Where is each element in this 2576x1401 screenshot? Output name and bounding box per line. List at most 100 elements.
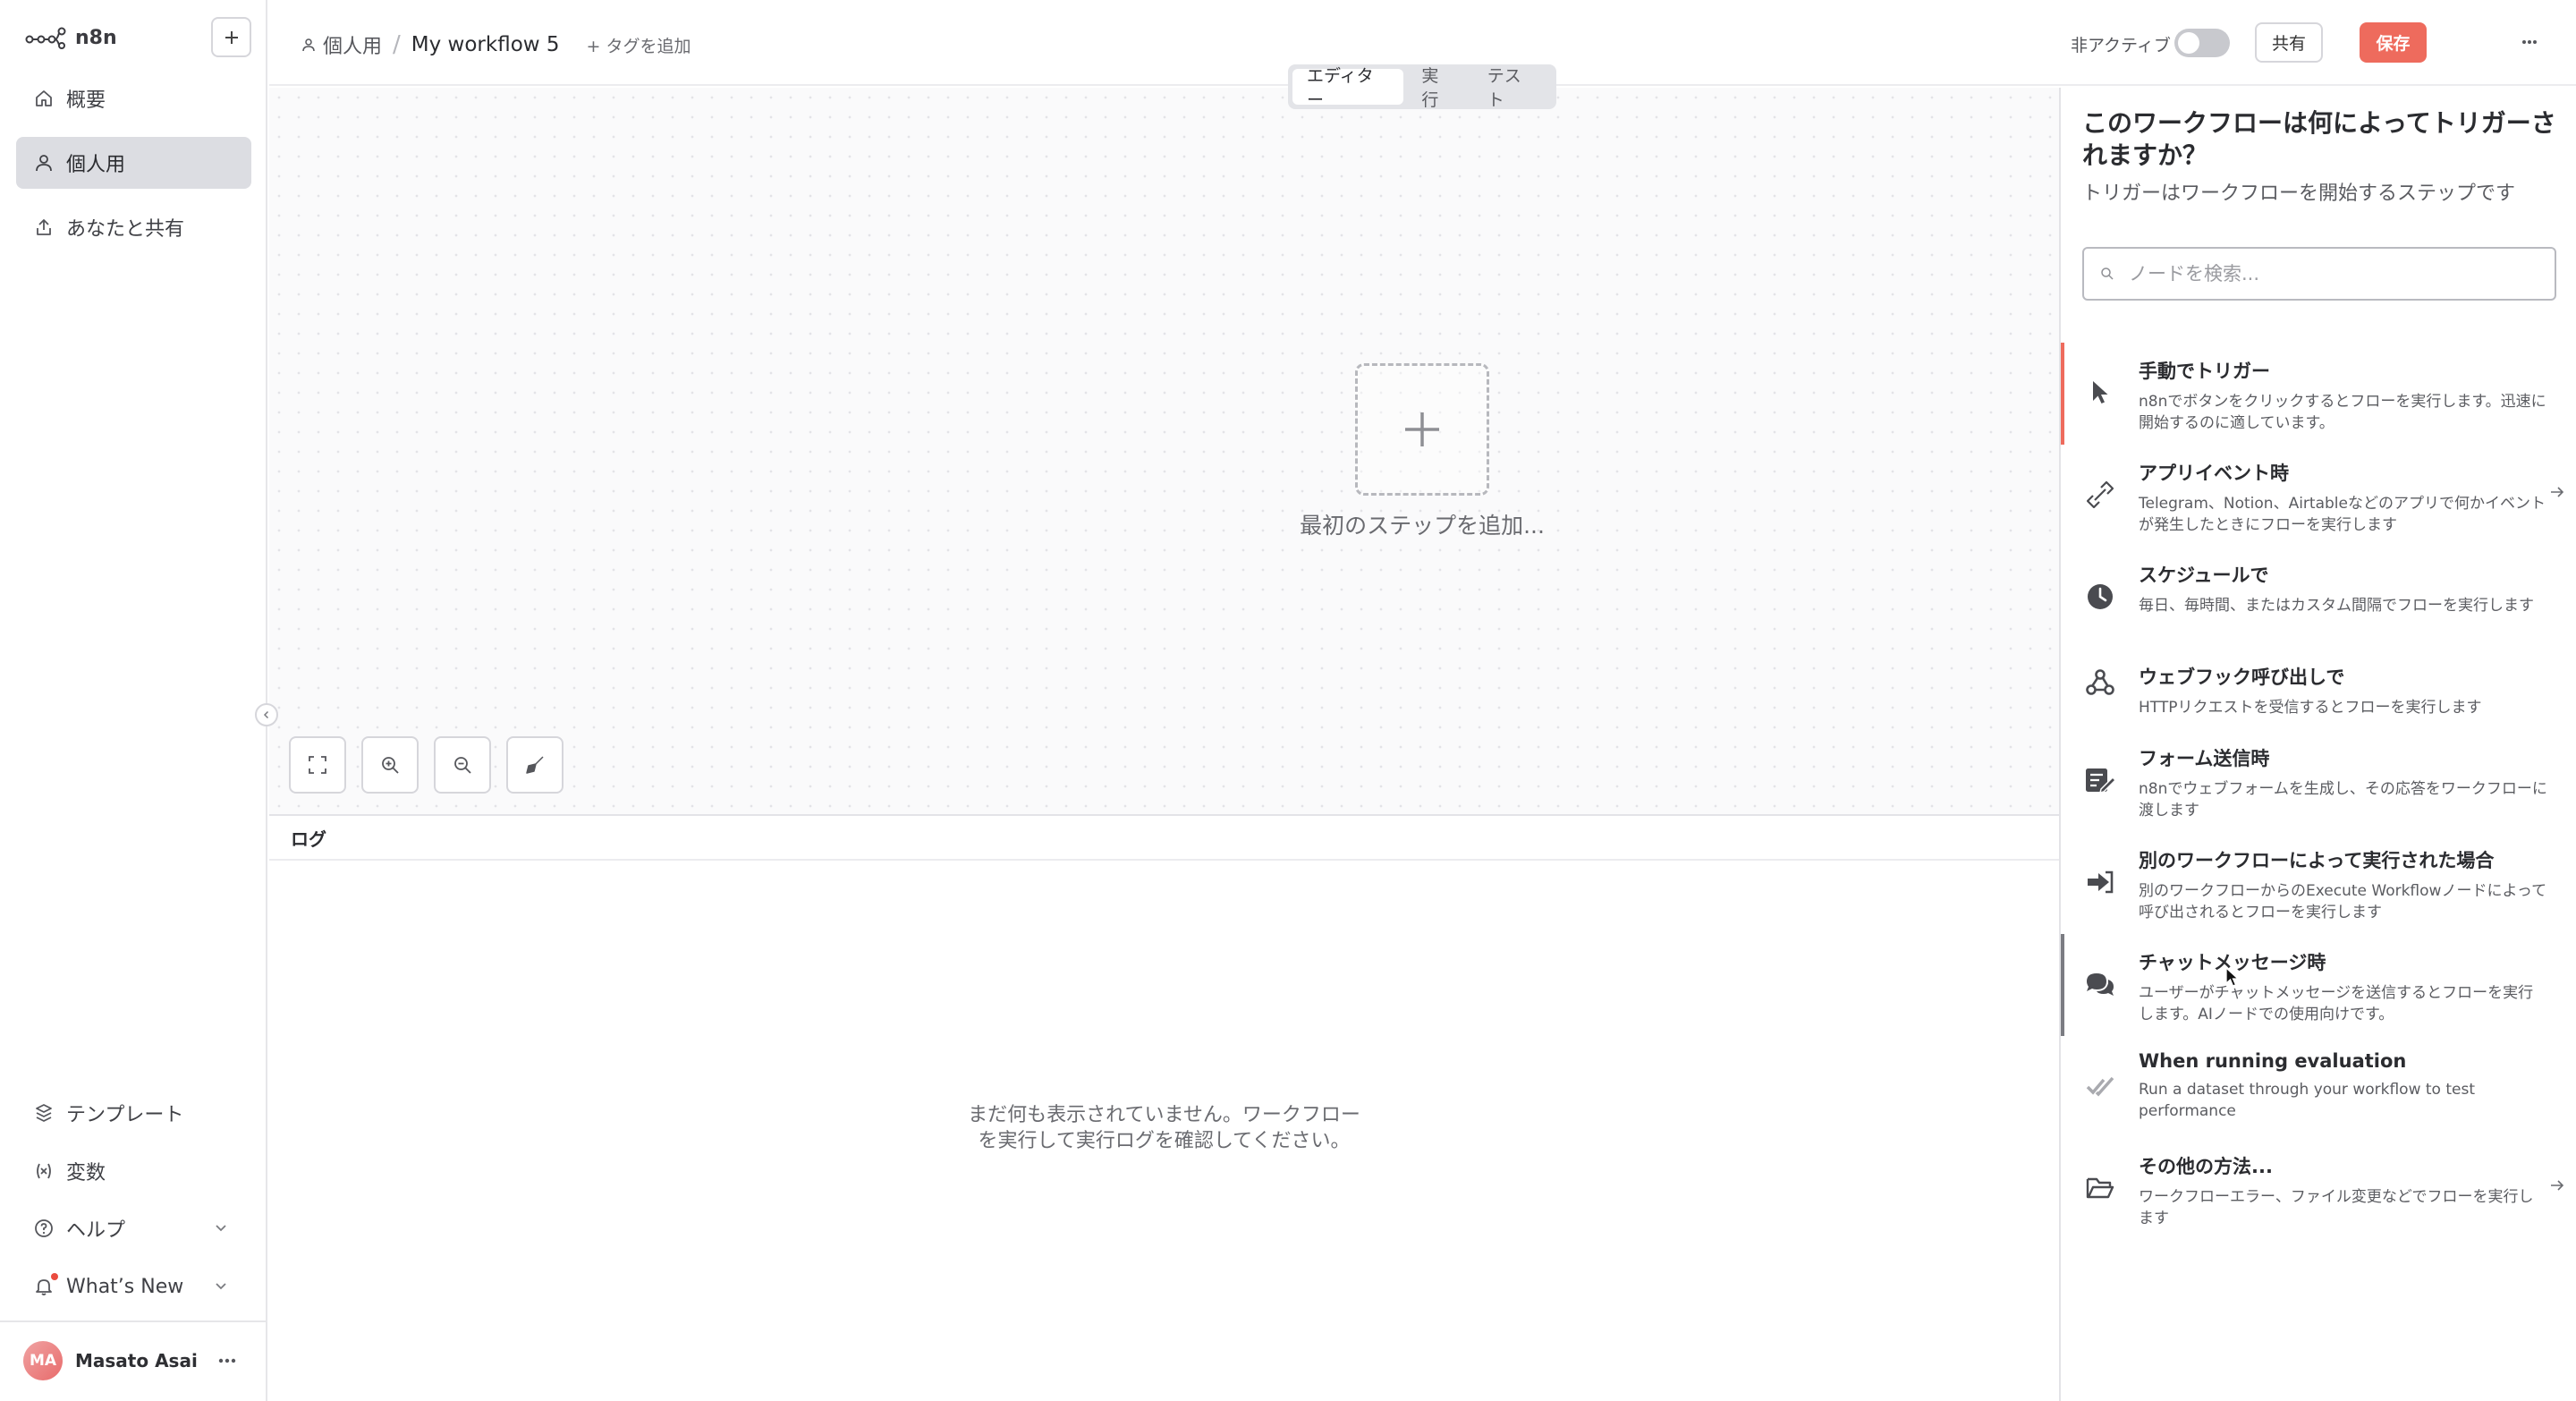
sidebar-item-templates[interactable]: テンプレート bbox=[16, 1087, 251, 1139]
sidebar: n8n 概要 個人用 あなたと共有 テンプレート 変数 ヘルプ What’s N… bbox=[0, 0, 267, 1401]
mouse-cursor-icon bbox=[2225, 966, 2240, 987]
log-panel: ログ まだ何も表示されていません。ワークフロー を実行して実行ログを確認してくだ… bbox=[269, 814, 2059, 1401]
add-tag-button[interactable]: + タグを追加 bbox=[587, 33, 691, 57]
plus-icon bbox=[225, 30, 238, 44]
trigger-description: Telegram、Notion、Airtableなどのアプリで何かイベントが発生… bbox=[2139, 495, 2546, 534]
trigger-title: フォーム送信時 bbox=[2139, 748, 2270, 769]
trigger-item-chat[interactable]: チャットメッセージ時 ユーザーがチャットメッセージを送信するとフローを実行します… bbox=[2061, 934, 2576, 1036]
search-input[interactable] bbox=[2129, 263, 2540, 284]
trigger-item-schedule[interactable]: スケジュールで 毎日、毎時間、またはカスタム間隔でフローを実行します bbox=[2061, 547, 2576, 649]
zoom-in-button[interactable] bbox=[361, 736, 419, 794]
arrow-right-icon bbox=[2551, 1180, 2564, 1191]
trigger-text: フォーム送信時 n8nでウェブフォームを生成し、その応答をワークフローに渡します bbox=[2139, 744, 2548, 821]
sidebar-item-help[interactable]: ヘルプ bbox=[16, 1202, 251, 1254]
log-empty-line: まだ何も表示されていません。ワークフロー bbox=[968, 1104, 1360, 1126]
ellipsis-icon bbox=[2522, 40, 2537, 44]
tab-executions[interactable]: 実行 bbox=[1407, 66, 1469, 110]
trigger-item-sub-workflow[interactable]: 別のワークフローによって実行された場合 別のワークフローからのExecute W… bbox=[2061, 832, 2576, 934]
sidebar-item-personal[interactable]: 個人用 bbox=[16, 137, 251, 189]
fit-view-button[interactable] bbox=[289, 736, 346, 794]
tab-tests[interactable]: テスト bbox=[1473, 66, 1552, 110]
form-icon bbox=[2084, 764, 2116, 796]
sidebar-item-label: 個人用 bbox=[66, 154, 126, 176]
check-double-icon bbox=[2084, 1070, 2116, 1102]
app-event-icon bbox=[2084, 479, 2116, 511]
variables-icon bbox=[37, 1163, 51, 1179]
n8n-logo[interactable]: n8n bbox=[25, 23, 117, 52]
tidy-up-button[interactable] bbox=[506, 736, 564, 794]
sidebar-item-label: あなたと共有 bbox=[66, 218, 185, 241]
user-name: Masato Asai bbox=[75, 1350, 198, 1371]
clock-icon bbox=[2084, 581, 2116, 613]
sidebar-item-label: 概要 bbox=[66, 89, 106, 112]
breadcrumb-owner-label: 個人用 bbox=[323, 36, 383, 58]
trigger-text: スケジュールで 毎日、毎時間、またはカスタム間隔でフローを実行します bbox=[2139, 561, 2548, 616]
trigger-item-form[interactable]: フォーム送信時 n8nでウェブフォームを生成し、その応答をワークフローに渡します bbox=[2061, 730, 2576, 832]
trigger-item-app-event[interactable]: アプリイベント時 Telegram、Notion、Airtableなどのアプリで… bbox=[2061, 445, 2576, 547]
sidebar-item-whats-new[interactable]: What’s New bbox=[16, 1261, 251, 1312]
trigger-text: 別のワークフローによって実行された場合 別のワークフローからのExecute W… bbox=[2139, 846, 2548, 923]
expand-icon bbox=[309, 756, 326, 774]
add-first-step-button[interactable] bbox=[1355, 363, 1489, 496]
arrow-right-icon bbox=[2551, 487, 2564, 497]
zoom-in-icon bbox=[382, 757, 399, 774]
workflow-canvas[interactable] bbox=[269, 88, 2059, 814]
trigger-title: 別のワークフローによって実行された場合 bbox=[2139, 850, 2495, 871]
trigger-item-manual[interactable]: 手動でトリガー n8nでボタンをクリックするとフローを実行します。迅速に開始する… bbox=[2061, 343, 2576, 445]
trigger-item-other[interactable]: その他の方法... ワークフローエラー、ファイル変更などでフローを実行します bbox=[2061, 1138, 2576, 1240]
chat-icon bbox=[2084, 968, 2116, 1000]
trigger-description: n8nでウェブフォームを生成し、その応答をワークフローに渡します bbox=[2139, 780, 2547, 819]
active-status-label: 非アクティブ bbox=[2071, 36, 2171, 55]
sidebar-item-label: ヘルプ bbox=[66, 1219, 126, 1242]
share-icon bbox=[37, 219, 51, 235]
sidebar-item-label: テンプレート bbox=[66, 1104, 184, 1126]
more-options-button[interactable] bbox=[2516, 29, 2543, 55]
trigger-text: When running evaluation Run a dataset th… bbox=[2139, 1050, 2548, 1122]
log-empty-message: まだ何も表示されていません。ワークフロー を実行して実行ログを確認してください。 bbox=[269, 1102, 2059, 1154]
user-icon bbox=[36, 155, 52, 172]
user-icon bbox=[302, 38, 315, 52]
trigger-title: 手動でトリガー bbox=[2139, 361, 2270, 382]
tab-editor[interactable]: エディター bbox=[1292, 66, 1404, 110]
active-toggle[interactable] bbox=[2174, 29, 2230, 57]
add-first-step-label: 最初のステップを追加... bbox=[1300, 513, 1545, 539]
user-profile[interactable]: MA Masato Asai bbox=[23, 1340, 198, 1381]
log-panel-header[interactable]: ログ bbox=[269, 816, 2059, 861]
zoom-out-icon bbox=[454, 757, 471, 774]
trigger-title: アプリイベント時 bbox=[2139, 463, 2289, 484]
log-empty-line: を実行して実行ログを確認してください。 bbox=[978, 1130, 1351, 1152]
share-button[interactable]: 共有 bbox=[2255, 22, 2323, 63]
breadcrumb-separator: / bbox=[393, 31, 401, 58]
trigger-text: 手動でトリガー n8nでボタンをクリックするとフローを実行します。迅速に開始する… bbox=[2139, 357, 2548, 434]
breadcrumb-owner[interactable]: 個人用 bbox=[301, 30, 382, 59]
folder-icon bbox=[2084, 1172, 2116, 1204]
webhook-icon bbox=[2084, 667, 2116, 699]
sidebar-item-shared[interactable]: あなたと共有 bbox=[16, 201, 251, 253]
trigger-title: チャットメッセージ時 bbox=[2139, 952, 2326, 973]
logo-text: n8n bbox=[75, 26, 117, 49]
trigger-title: When running evaluation bbox=[2139, 1050, 2407, 1072]
user-menu-button[interactable] bbox=[215, 1348, 240, 1373]
trigger-text: チャットメッセージ時 ユーザーがチャットメッセージを送信するとフローを実行します… bbox=[2139, 948, 2548, 1025]
trigger-description: Run a dataset through your workflow to t… bbox=[2139, 1081, 2476, 1120]
notification-dot bbox=[51, 1273, 58, 1280]
mode-tabs: エディター 実行 テスト bbox=[1288, 64, 1556, 110]
toggle-knob bbox=[2178, 32, 2199, 54]
create-new-button[interactable] bbox=[211, 17, 251, 57]
trigger-description: ワークフローエラー、ファイル変更などでフローを実行します bbox=[2139, 1188, 2534, 1227]
workflow-name[interactable]: My workflow 5 bbox=[411, 33, 560, 56]
trigger-description: HTTPリクエストを受信するとフローを実行します bbox=[2139, 699, 2482, 717]
trigger-item-evaluation[interactable]: When running evaluation Run a dataset th… bbox=[2061, 1036, 2576, 1138]
sidebar-item-variables[interactable]: 変数 bbox=[16, 1145, 251, 1197]
node-search[interactable] bbox=[2082, 247, 2556, 301]
sidebar-item-overview[interactable]: 概要 bbox=[16, 72, 251, 124]
selection-indicator bbox=[2061, 343, 2064, 445]
search-icon bbox=[2101, 267, 2114, 280]
zoom-out-button[interactable] bbox=[434, 736, 491, 794]
collapse-sidebar-button[interactable] bbox=[255, 703, 278, 726]
save-button[interactable]: 保存 bbox=[2360, 22, 2427, 63]
avatar: MA bbox=[23, 1341, 63, 1380]
help-icon bbox=[35, 1219, 53, 1237]
n8n-logo-icon bbox=[25, 27, 66, 49]
plus-icon bbox=[1405, 412, 1439, 446]
